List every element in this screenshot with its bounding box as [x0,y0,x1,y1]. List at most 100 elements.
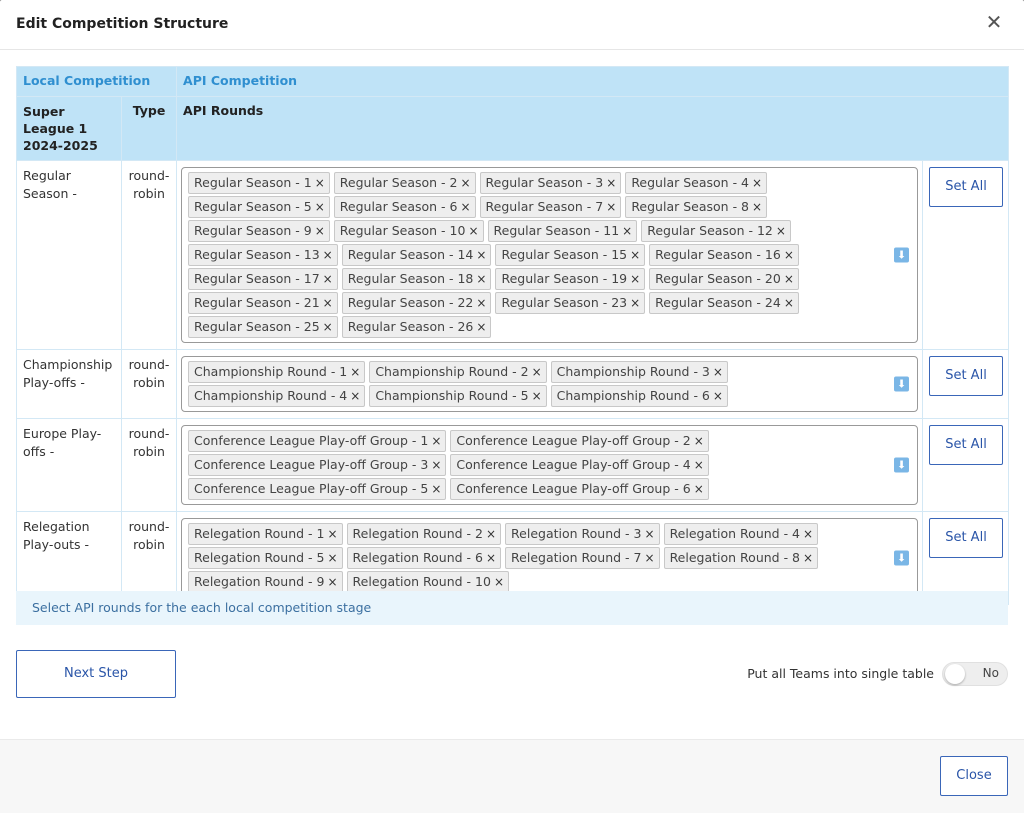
round-tag: Regular Season - 1 × [188,172,330,194]
dropdown-arrow-icon[interactable]: ⬇ [894,457,910,473]
remove-tag-icon[interactable]: × [784,248,794,262]
remove-tag-icon[interactable]: × [431,482,441,496]
stage-name: Europe Play-offs - [16,418,122,512]
modal-header: Edit Competition Structure ✕ [0,0,1024,50]
remove-tag-icon[interactable]: × [460,200,470,214]
remove-tag-icon[interactable]: × [630,272,640,286]
stage-type: round-robin [120,418,178,512]
next-step-button[interactable]: Next Step [16,650,176,698]
toggle-knob[interactable] [945,664,965,684]
round-tag-label: Regular Season - 7 [485,199,604,214]
remove-tag-icon[interactable]: × [494,575,504,589]
remove-tag-icon[interactable]: × [460,176,470,190]
remove-tag-icon[interactable]: × [350,365,360,379]
round-tag: Regular Season - 16 × [649,244,799,266]
round-tag: Regular Season - 17 × [188,268,338,290]
round-tag: Relegation Round - 5 × [188,547,343,569]
round-tag-label: Regular Season - 8 [631,199,750,214]
round-tag: Conference League Play-off Group - 5 × [188,478,447,500]
round-tag-label: Relegation Round - 2 [352,526,483,541]
remove-tag-icon[interactable]: × [431,458,441,472]
api-rounds-multiselect[interactable]: Relegation Round - 1 × Relegation Round - … [181,518,919,598]
header-api-rounds: API Rounds [176,96,1010,161]
remove-tag-icon[interactable]: × [486,551,496,565]
api-rounds-multiselect[interactable]: Regular Season - 1 × Regular Season - 2 × Re… [181,167,919,343]
structure-table: Local Competition API Competition Super … [15,66,1010,605]
round-tag-label: Regular Season - 19 [501,271,628,286]
round-tag: Regular Season - 15 × [495,244,646,266]
round-tag: Regular Season - 2 × [333,172,476,194]
round-tag-label: Championship Round - 4 [194,388,348,403]
remove-tag-icon[interactable]: × [476,272,486,286]
remove-tag-icon[interactable]: × [694,458,704,472]
remove-tag-icon[interactable]: × [645,551,655,565]
remove-tag-icon[interactable]: × [630,296,640,310]
dropdown-arrow-icon[interactable]: ⬇ [894,376,910,392]
single-table-toggle[interactable]: No [942,662,1008,686]
remove-tag-icon[interactable]: × [606,200,616,214]
remove-tag-icon[interactable]: × [431,434,441,448]
round-tag-label: Regular Season - 5 [194,199,312,214]
remove-tag-icon[interactable]: × [752,176,762,190]
api-rounds-multiselect[interactable]: Championship Round - 1 × Championship Roun… [181,356,919,412]
remove-tag-icon[interactable]: × [645,527,655,541]
round-tag-label: Championship Round - 5 [375,388,529,403]
round-tag-label: Regular Season - 14 [347,247,474,262]
round-tag-label: Regular Season - 25 [194,319,320,334]
round-tag-label: Regular Season - 26 [347,319,474,334]
remove-tag-icon[interactable]: × [476,248,486,262]
remove-tag-icon[interactable]: × [315,224,325,238]
remove-tag-icon[interactable]: × [327,527,337,541]
dropdown-arrow-icon[interactable]: ⬇ [894,247,910,263]
set-all-button[interactable]: Set All [929,356,1004,396]
remove-tag-icon[interactable]: × [694,434,704,448]
dropdown-arrow-icon[interactable]: ⬇ [894,550,910,566]
remove-tag-icon[interactable]: × [532,389,542,403]
remove-tag-icon[interactable]: × [784,272,794,286]
remove-tag-icon[interactable]: × [713,365,723,379]
remove-tag-icon[interactable]: × [532,365,542,379]
remove-tag-icon[interactable]: × [752,200,762,214]
api-rounds-multiselect[interactable]: Conference League Play-off Group - 1 × Con… [181,425,919,505]
set-all-button[interactable]: Set All [929,425,1004,465]
round-tag-label: Conference League Play-off Group - 6 [456,481,691,496]
remove-tag-icon[interactable]: × [315,176,325,190]
header-type: Type [120,96,178,161]
set-all-button[interactable]: Set All [929,518,1004,558]
round-tag-label: Regular Season - 11 [493,223,620,238]
remove-tag-icon[interactable]: × [713,389,723,403]
round-tag: Relegation Round - 9 × [188,571,343,593]
round-tag: Conference League Play-off Group - 1 × [188,430,447,452]
remove-tag-icon[interactable]: × [327,551,337,565]
remove-tag-icon[interactable]: × [323,272,333,286]
round-tag-label: Conference League Play-off Group - 2 [456,433,691,448]
remove-tag-icon[interactable]: × [606,176,616,190]
remove-tag-icon[interactable]: × [476,320,486,334]
remove-tag-icon[interactable]: × [476,296,486,310]
close-button[interactable]: Close [940,756,1008,796]
remove-tag-icon[interactable]: × [315,200,325,214]
remove-tag-icon[interactable]: × [323,320,333,334]
remove-tag-icon[interactable]: × [803,527,813,541]
remove-tag-icon[interactable]: × [323,296,333,310]
remove-tag-icon[interactable]: × [784,296,794,310]
remove-tag-icon[interactable]: × [350,389,360,403]
round-tag: Relegation Round - 1 × [188,523,343,545]
round-tag-label: Relegation Round - 10 [352,574,491,589]
set-all-cell: Set All [922,418,1010,512]
remove-tag-icon[interactable]: × [468,224,478,238]
remove-tag-icon[interactable]: × [622,224,632,238]
close-icon[interactable]: ✕ [982,10,1006,34]
remove-tag-icon[interactable]: × [323,248,333,262]
remove-tag-icon[interactable]: × [776,224,786,238]
remove-tag-icon[interactable]: × [803,551,813,565]
remove-tag-icon[interactable]: × [327,575,337,589]
round-tag: Regular Season - 18 × [341,268,492,290]
remove-tag-icon[interactable]: × [630,248,640,262]
set-all-button[interactable]: Set All [929,167,1004,207]
round-tag: Championship Round - 6 × [550,385,728,407]
remove-tag-icon[interactable]: × [486,527,496,541]
round-tag: Regular Season - 13 × [188,244,338,266]
toggle-value: No [982,666,999,680]
remove-tag-icon[interactable]: × [694,482,704,496]
